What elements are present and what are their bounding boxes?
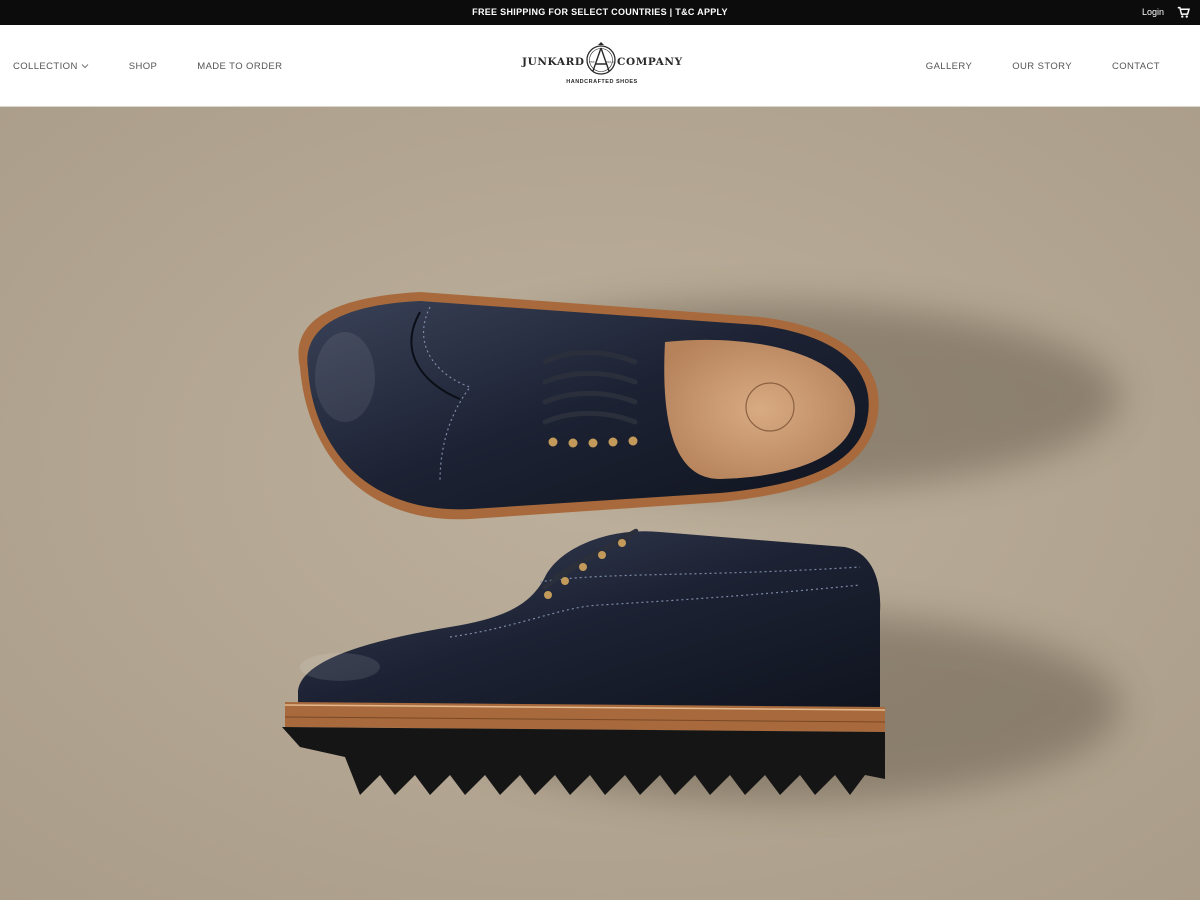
logo-text-right: COMPANY [617, 56, 683, 68]
nav-item-gallery[interactable]: GALLERY [926, 61, 972, 72]
nav-left: COLLECTION SHOP MADE TO ORDER [13, 25, 282, 107]
nav-item-shop[interactable]: SHOP [129, 61, 158, 72]
nav-right: GALLERY OUR STORY CONTACT [926, 25, 1160, 107]
logo-year: 2010 [606, 60, 614, 64]
nav-item-label: CONTACT [1111, 60, 1160, 72]
site-header: COLLECTION SHOP MADE TO ORDER JUNKARD ES… [0, 25, 1200, 107]
login-link[interactable]: Login [1142, 0, 1164, 25]
nav-item-collection[interactable]: COLLECTION [13, 61, 89, 72]
cart-icon[interactable] [1177, 6, 1190, 19]
announcement-text: FREE SHIPPING FOR SELECT COUNTRIES | T&C… [472, 7, 728, 17]
brand-logo[interactable]: JUNKARD EST. 2010 COMPANY HANDCRAFTED SH… [520, 39, 682, 95]
nav-item-label: MADE TO ORDER [197, 60, 283, 72]
nav-item-label: OUR STORY [1012, 60, 1072, 72]
logo-text-left: JUNKARD [522, 56, 585, 68]
logo-subtitle: HANDCRAFTED SHOES [566, 79, 638, 85]
chevron-down-icon [81, 64, 89, 69]
nav-item-made-to-order[interactable]: MADE TO ORDER [197, 61, 282, 72]
nav-item-label: SHOP [128, 60, 158, 72]
announcement-bar: FREE SHIPPING FOR SELECT COUNTRIES | T&C… [0, 0, 1200, 25]
emblem-icon: EST. 2010 [586, 42, 616, 75]
hero-shoes-illustration [0, 107, 1200, 900]
logo-est: EST. [589, 60, 595, 64]
nav-item-label: GALLERY [925, 60, 973, 72]
top-shoe [298, 292, 879, 520]
nav-item-contact[interactable]: CONTACT [1112, 61, 1160, 72]
nav-item-label: COLLECTION [13, 60, 78, 72]
nav-item-our-story[interactable]: OUR STORY [1012, 61, 1072, 72]
hero-image [0, 107, 1200, 900]
